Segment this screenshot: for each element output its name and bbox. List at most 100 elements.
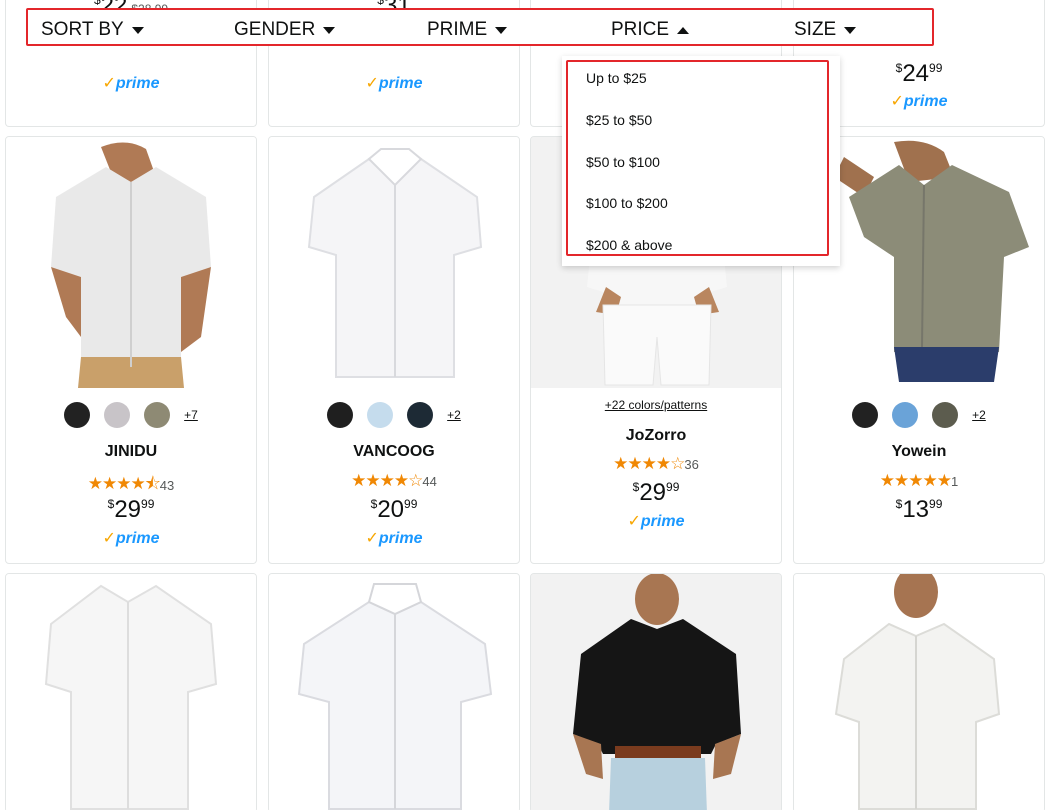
product-card[interactable] [268, 573, 520, 810]
price-option-25-to-50[interactable]: $25 to $50 [586, 112, 652, 128]
shirt-image [269, 574, 519, 810]
product-rating[interactable]: ★★★★☆ 44 [269, 471, 519, 491]
shirt-image [794, 574, 1044, 810]
currency-symbol: $ [377, 0, 384, 7]
gender-filter[interactable]: GENDER [234, 19, 336, 41]
star-rating-icon: ★★★★★ [879, 471, 952, 490]
rating-count: 43 [159, 478, 175, 493]
product-image[interactable] [794, 574, 1044, 810]
price-fraction: 99 [404, 497, 418, 511]
prime-badge: ✓prime [6, 528, 256, 548]
chevron-down-icon [844, 26, 857, 34]
chevron-down-icon [131, 26, 144, 34]
price-whole: 13 [902, 496, 930, 523]
product-image[interactable] [6, 574, 256, 810]
currency-symbol: $ [93, 0, 101, 7]
check-icon: ✓ [627, 513, 641, 530]
star-rating-icon: ★★★★☆ [613, 454, 685, 473]
price-option-50-to-100[interactable]: $50 to $100 [586, 154, 660, 170]
price-fraction: 99 [141, 497, 155, 511]
price-whole: 29 [639, 479, 667, 506]
color-swatches: +2 [269, 402, 519, 428]
more-colors-link[interactable]: +2 [447, 408, 461, 422]
prime-label: prime [640, 513, 685, 530]
price-filter[interactable]: PRICE [611, 19, 690, 41]
rating-count: 36 [684, 456, 699, 472]
shirt-image [6, 574, 256, 810]
rating-count: 1 [950, 473, 959, 489]
product-price: $2099 [269, 496, 519, 524]
price-fraction: 99 [929, 497, 943, 511]
gender-label: GENDER [234, 19, 316, 40]
color-swatch[interactable] [407, 402, 434, 428]
product-brand[interactable]: JoZorro [531, 427, 781, 445]
price-fraction: 99 [666, 480, 680, 494]
product-card[interactable] [793, 573, 1045, 810]
prime-label: prime [115, 530, 160, 547]
product-brand[interactable]: Yowein [794, 443, 1044, 461]
price-option-200-and-above[interactable]: $200 & above [586, 237, 672, 253]
product-brand[interactable]: VANCOOG [269, 443, 519, 461]
chevron-up-icon [677, 26, 690, 34]
sort-by-label: SORT BY [41, 19, 124, 40]
rating-count: 44 [422, 473, 437, 489]
prime-label: prime [903, 93, 948, 110]
size-filter[interactable]: SIZE [794, 19, 857, 41]
product-rating[interactable]: ★★★★★ 1 [794, 471, 1044, 491]
price-fraction: 99 [929, 61, 943, 75]
product-price: $2999 [6, 496, 256, 524]
product-brand[interactable]: JINIDU [6, 443, 256, 461]
product-image[interactable] [269, 137, 519, 388]
prime-label: prime [378, 75, 423, 92]
price-whole: 29 [114, 496, 142, 523]
color-swatch[interactable] [892, 402, 919, 428]
more-colors-link[interactable]: +2 [972, 408, 986, 422]
size-filter-label: SIZE [794, 19, 837, 40]
product-image[interactable] [531, 574, 781, 810]
color-swatch[interactable] [932, 402, 959, 428]
prime-badge: ✓prime [531, 511, 781, 531]
prime-badge: ✓prime [6, 73, 256, 93]
shirt-image [6, 137, 256, 388]
product-price: $1399 [794, 496, 1044, 524]
price-whole: 24 [902, 60, 930, 87]
color-swatch[interactable] [327, 402, 354, 428]
filter-bar: SORT BY GENDER PRIME PRICE SIZE [26, 8, 934, 46]
chevron-down-icon [323, 26, 336, 34]
price-filter-label: PRICE [611, 19, 670, 40]
color-swatch[interactable] [144, 402, 171, 428]
color-swatch[interactable] [64, 402, 91, 428]
product-card[interactable] [530, 573, 782, 810]
prime-label: prime [115, 75, 160, 92]
prime-badge: ✓prime [269, 528, 519, 548]
check-icon: ✓ [102, 530, 116, 547]
color-swatch[interactable] [367, 402, 394, 428]
shirt-image [531, 574, 781, 810]
colors-patterns-link[interactable]: +22 colors/patterns [531, 398, 781, 412]
prime-badge: ✓prime [269, 73, 519, 93]
product-card[interactable]: +2 VANCOOG ★★★★☆ 44 $2099 ✓prime [268, 136, 520, 564]
product-image[interactable] [269, 574, 519, 810]
prime-label: prime [378, 530, 423, 547]
shirt-image [269, 137, 519, 388]
more-colors-link[interactable]: +7 [184, 408, 198, 422]
color-swatch[interactable] [104, 402, 131, 428]
chevron-down-icon [495, 26, 508, 34]
color-swatches: +2 [794, 402, 1044, 428]
price-option-100-to-200[interactable]: $100 to $200 [586, 195, 668, 211]
prime-filter-label: PRIME [427, 19, 488, 40]
check-icon: ✓ [365, 75, 379, 92]
color-swatch[interactable] [852, 402, 879, 428]
check-icon: ✓ [890, 93, 904, 110]
sort-by-filter[interactable]: SORT BY [41, 19, 144, 41]
product-rating[interactable]: ★★★★☆ 36 [531, 454, 781, 474]
price-option-up-to-25[interactable]: Up to $25 [586, 70, 647, 86]
product-card[interactable]: +7 JINIDU ★★★★⯪ 43 $2999 ✓prime [5, 136, 257, 564]
product-image[interactable] [6, 137, 256, 388]
check-icon: ✓ [365, 530, 379, 547]
check-icon: ✓ [102, 75, 116, 92]
color-swatches: +7 [6, 402, 256, 428]
prime-filter[interactable]: PRIME [427, 19, 508, 41]
product-card[interactable] [5, 573, 257, 810]
price-whole: 20 [377, 496, 405, 523]
